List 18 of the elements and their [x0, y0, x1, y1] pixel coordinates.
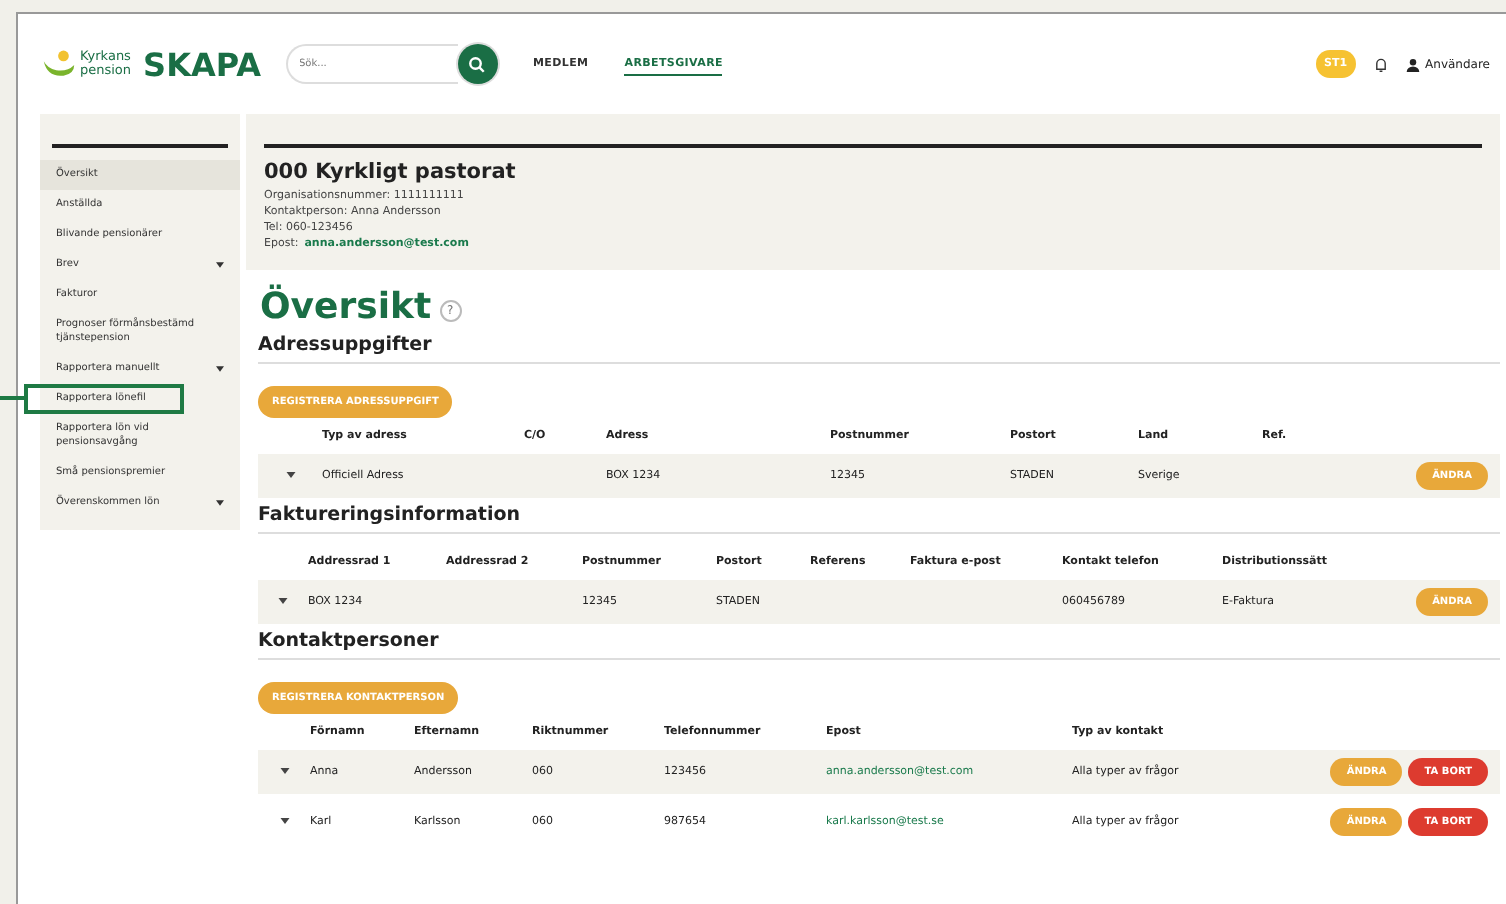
section-heading: Faktureringsinformation: [258, 503, 523, 525]
organization-title: 000 Kyrkligt pastorat: [264, 159, 518, 183]
section-heading: Kontaktpersoner: [258, 629, 441, 651]
expand-caret-icon[interactable]: [285, 472, 295, 478]
expand-caret-icon[interactable]: [279, 768, 289, 774]
logo-icon: [42, 50, 76, 78]
search-icon: [468, 55, 486, 73]
brand-name: SKAPA: [143, 45, 261, 83]
section-heading: Adressuppgifter: [258, 333, 434, 355]
caret-icon: [216, 365, 224, 371]
page-title: Översikt: [260, 285, 432, 327]
caret-icon: [216, 499, 224, 505]
caret-icon: [216, 261, 224, 267]
bell-icon[interactable]: [1373, 55, 1388, 73]
search-button[interactable]: [457, 44, 497, 84]
expand-caret-icon[interactable]: [279, 818, 289, 824]
expand-caret-icon[interactable]: [278, 598, 288, 604]
user-icon: [1405, 57, 1420, 71]
